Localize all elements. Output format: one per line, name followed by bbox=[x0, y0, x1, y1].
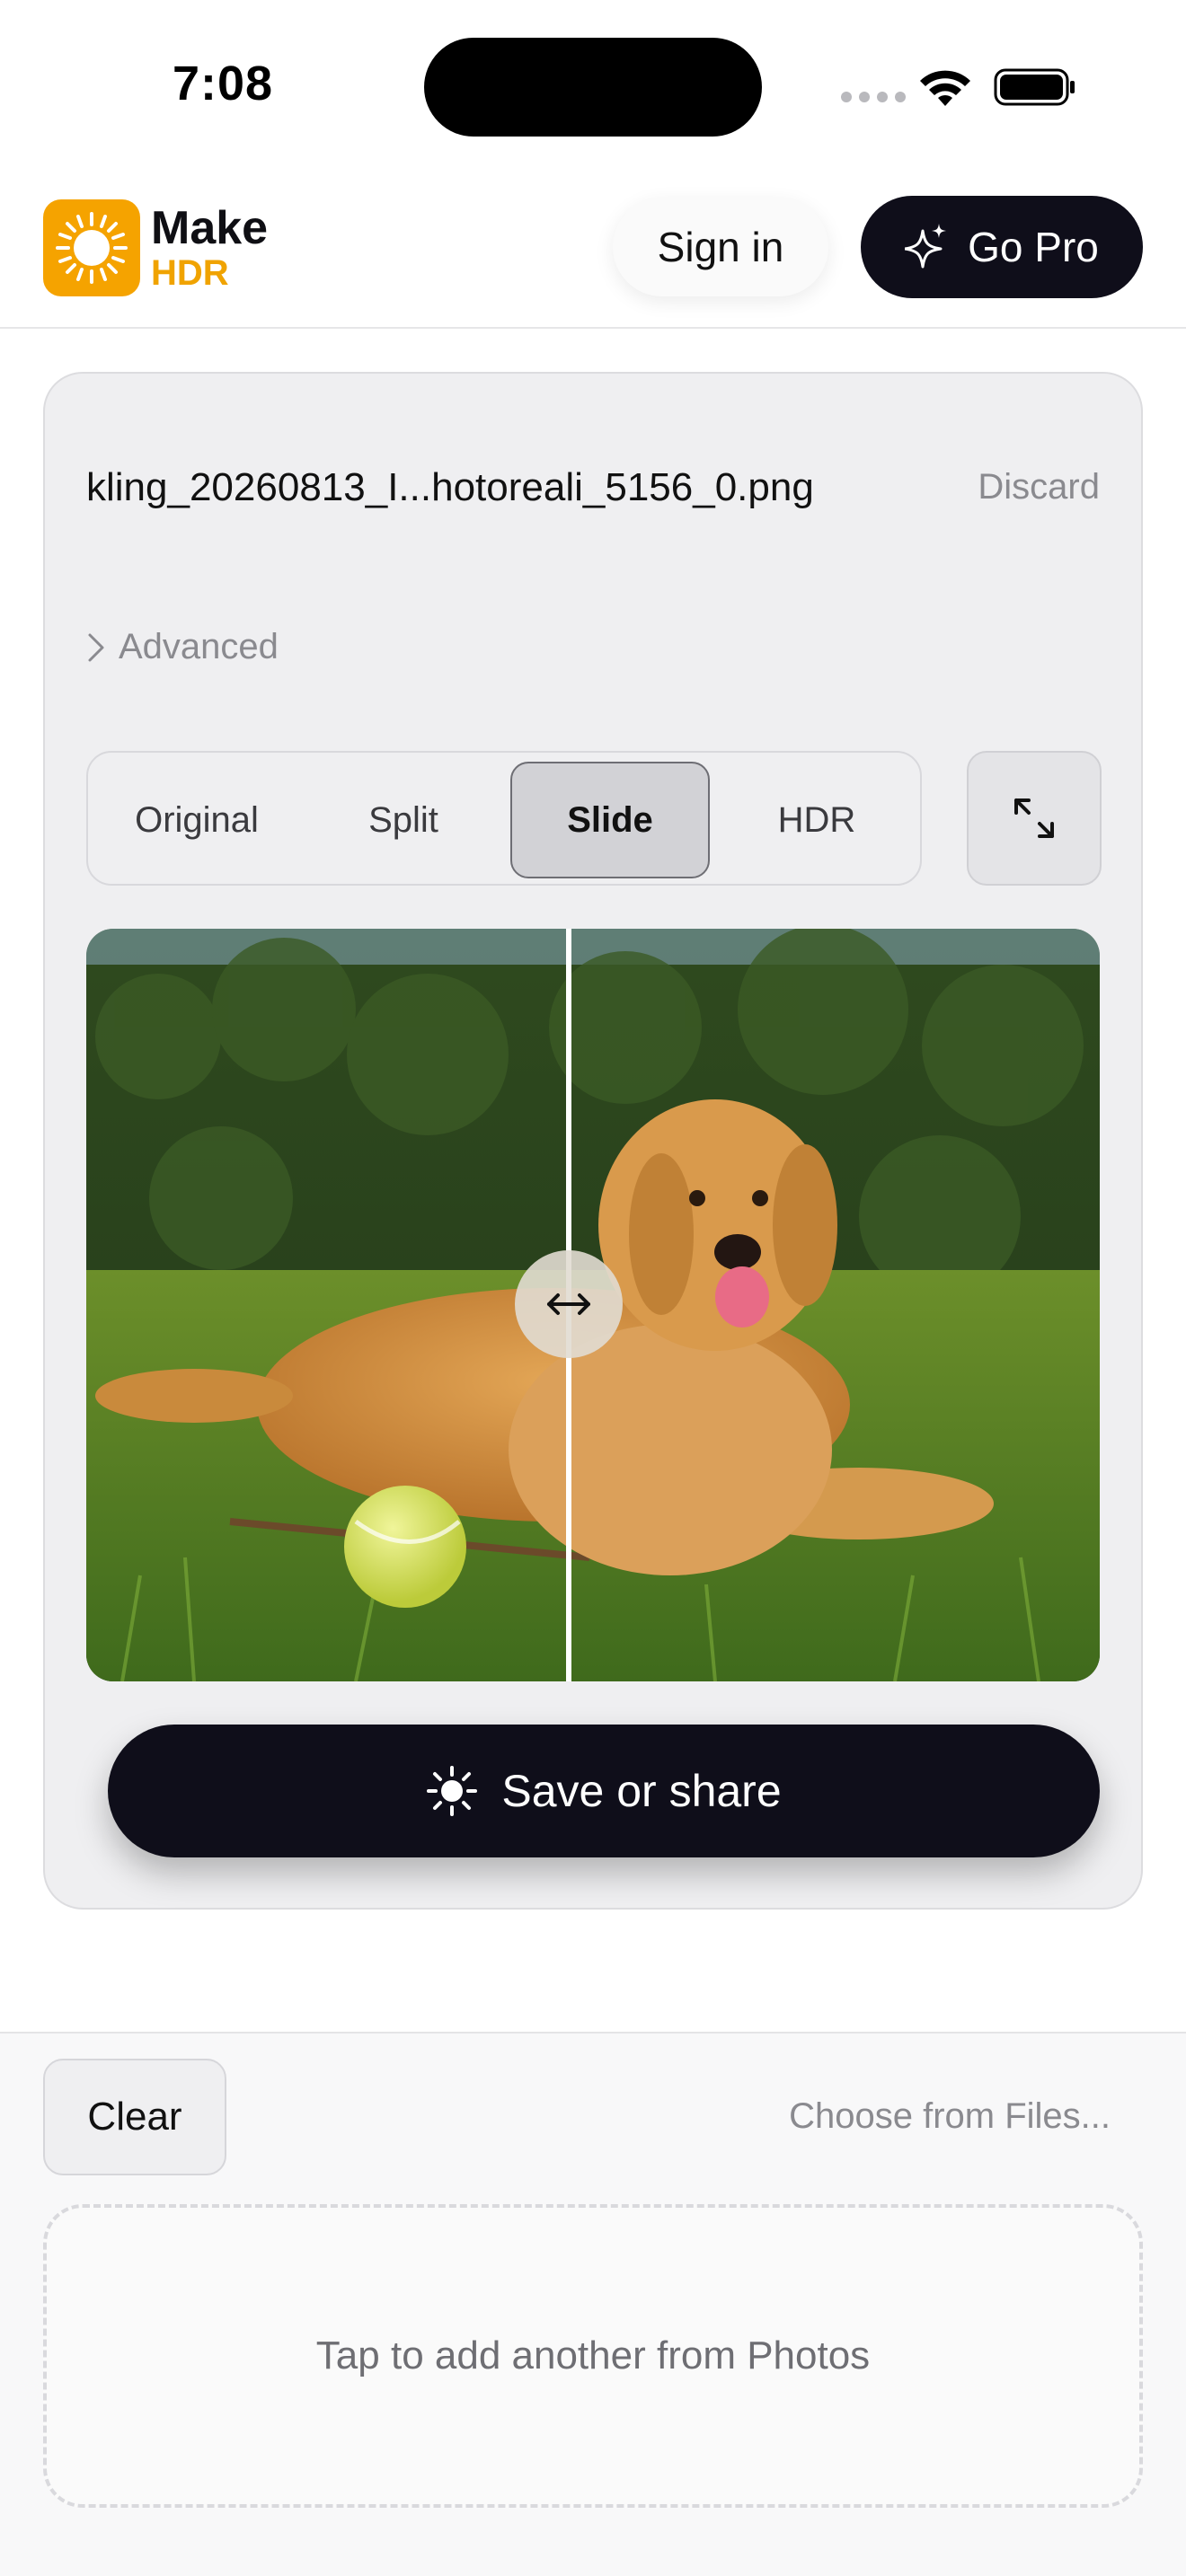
go-pro-button[interactable]: Go Pro bbox=[861, 196, 1143, 298]
go-pro-label: Go Pro bbox=[968, 224, 1099, 270]
sign-in-label: Sign in bbox=[657, 224, 784, 270]
advanced-label: Advanced bbox=[119, 627, 279, 666]
image-preview[interactable] bbox=[86, 929, 1100, 1681]
file-name: kling_20260813_I...hotoreali_5156_0.png bbox=[86, 465, 814, 509]
view-mode-selector: Original Split Slide HDR bbox=[86, 751, 922, 886]
status-time: 7:08 bbox=[173, 57, 274, 110]
cellular-dots-icon bbox=[841, 92, 906, 102]
clear-label: Clear bbox=[87, 2095, 182, 2139]
left-right-arrow-icon bbox=[547, 1293, 590, 1315]
view-mode-original[interactable]: Original bbox=[97, 762, 296, 878]
choose-from-files-link[interactable]: Choose from Files... bbox=[789, 2096, 1111, 2137]
sparkle-icon bbox=[905, 224, 947, 269]
logo-word-hdr: HDR bbox=[151, 253, 229, 293]
dynamic-island bbox=[424, 38, 762, 137]
sun-icon bbox=[56, 212, 128, 284]
comparison-slider-handle[interactable] bbox=[515, 1250, 623, 1358]
sun-icon bbox=[427, 1766, 478, 1816]
save-or-share-label: Save or share bbox=[501, 1766, 782, 1816]
file-card: kling_20260813_I...hotoreali_5156_0.png … bbox=[43, 372, 1143, 1910]
clear-button[interactable]: Clear bbox=[43, 2059, 226, 2175]
view-mode-slide[interactable]: Slide bbox=[510, 762, 710, 878]
status-bar: 7:08 bbox=[0, 0, 1186, 171]
fullscreen-button[interactable] bbox=[967, 751, 1102, 886]
logo-word-make: Make bbox=[151, 202, 269, 254]
save-or-share-button[interactable]: Save or share bbox=[108, 1725, 1100, 1857]
view-mode-split[interactable]: Split bbox=[304, 762, 503, 878]
advanced-toggle[interactable]: Advanced bbox=[86, 627, 279, 667]
chevron-right-icon bbox=[88, 633, 104, 661]
app-logo bbox=[43, 199, 140, 296]
battery-icon bbox=[994, 68, 1075, 106]
view-mode-hdr[interactable]: HDR bbox=[717, 762, 916, 878]
expand-arrows-icon bbox=[1014, 798, 1054, 838]
add-photo-dropzone[interactable]: Tap to add another from Photos bbox=[43, 2204, 1143, 2508]
bottom-panel: Clear Choose from Files... Tap to add an… bbox=[0, 2033, 1186, 2576]
wifi-icon bbox=[920, 70, 970, 106]
app-header: Make HDR Sign in Go Pro bbox=[0, 171, 1186, 329]
discard-button[interactable]: Discard bbox=[978, 467, 1100, 507]
dropzone-label: Tap to add another from Photos bbox=[315, 2333, 871, 2378]
sign-in-button[interactable]: Sign in bbox=[613, 198, 828, 296]
